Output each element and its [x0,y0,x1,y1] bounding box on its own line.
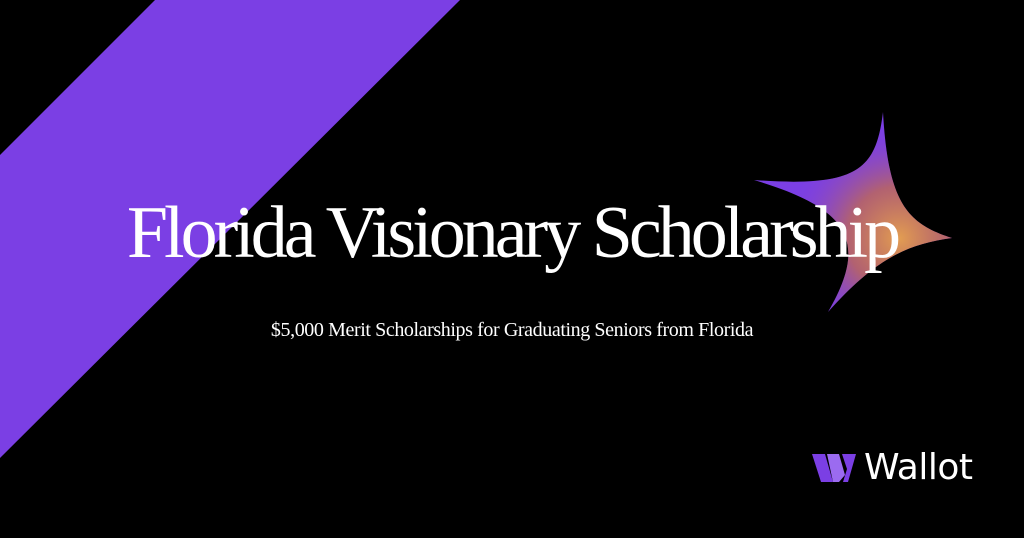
scholarship-banner: Florida Visionary Scholarship $5,000 Mer… [0,0,1024,538]
scholarship-subtitle: $5,000 Merit Scholarships for Graduating… [270,319,754,341]
wallot-logo-icon [812,454,856,482]
scholarship-title: Florida Visionary Scholarship [126,192,901,274]
brand-name: Wallot [864,447,973,488]
brand-logo: Wallot [812,448,973,488]
